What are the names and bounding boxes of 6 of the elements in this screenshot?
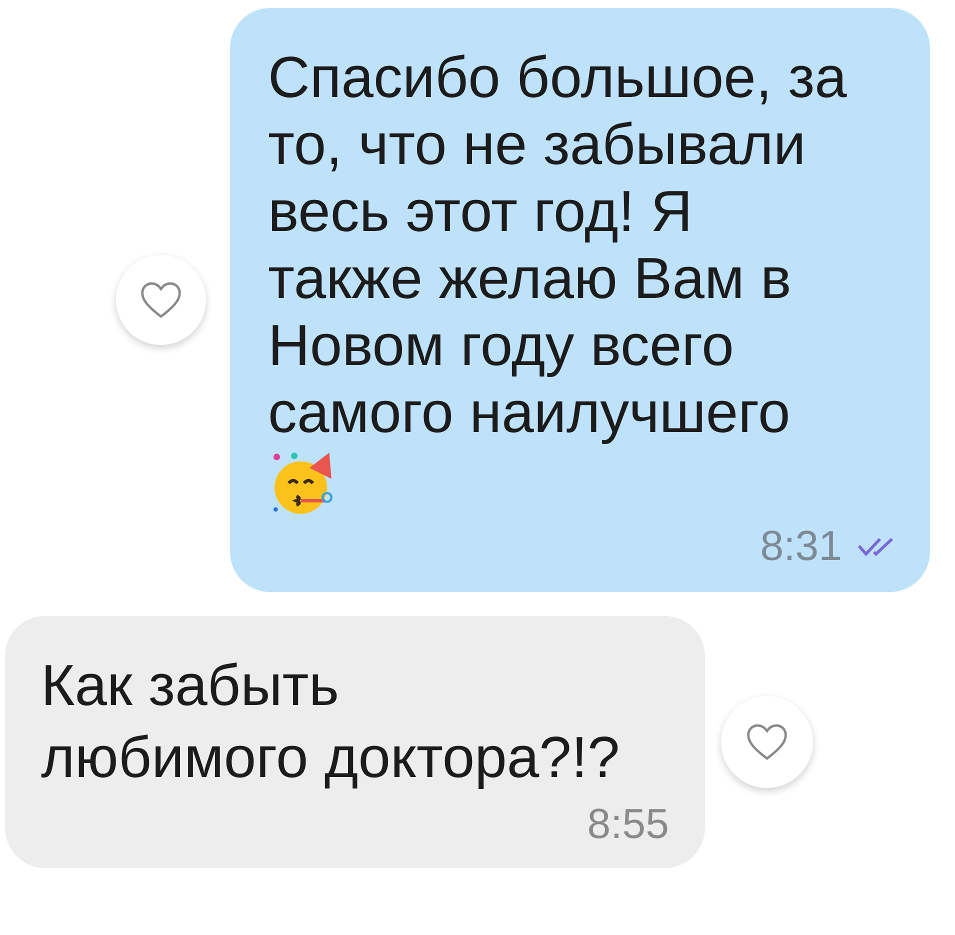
heart-icon [139,280,183,320]
message-text: Как забыть любимого доктора?!? [41,652,621,792]
heart-icon [745,722,789,762]
message-text: Спасибо большое, за то, что не забывали весь этот год! Я также желаю Вам в Новом году всего самого наилучшего [268,44,848,446]
message-time: 8:55 [587,800,669,848]
message-time: 8:31 [760,522,842,570]
